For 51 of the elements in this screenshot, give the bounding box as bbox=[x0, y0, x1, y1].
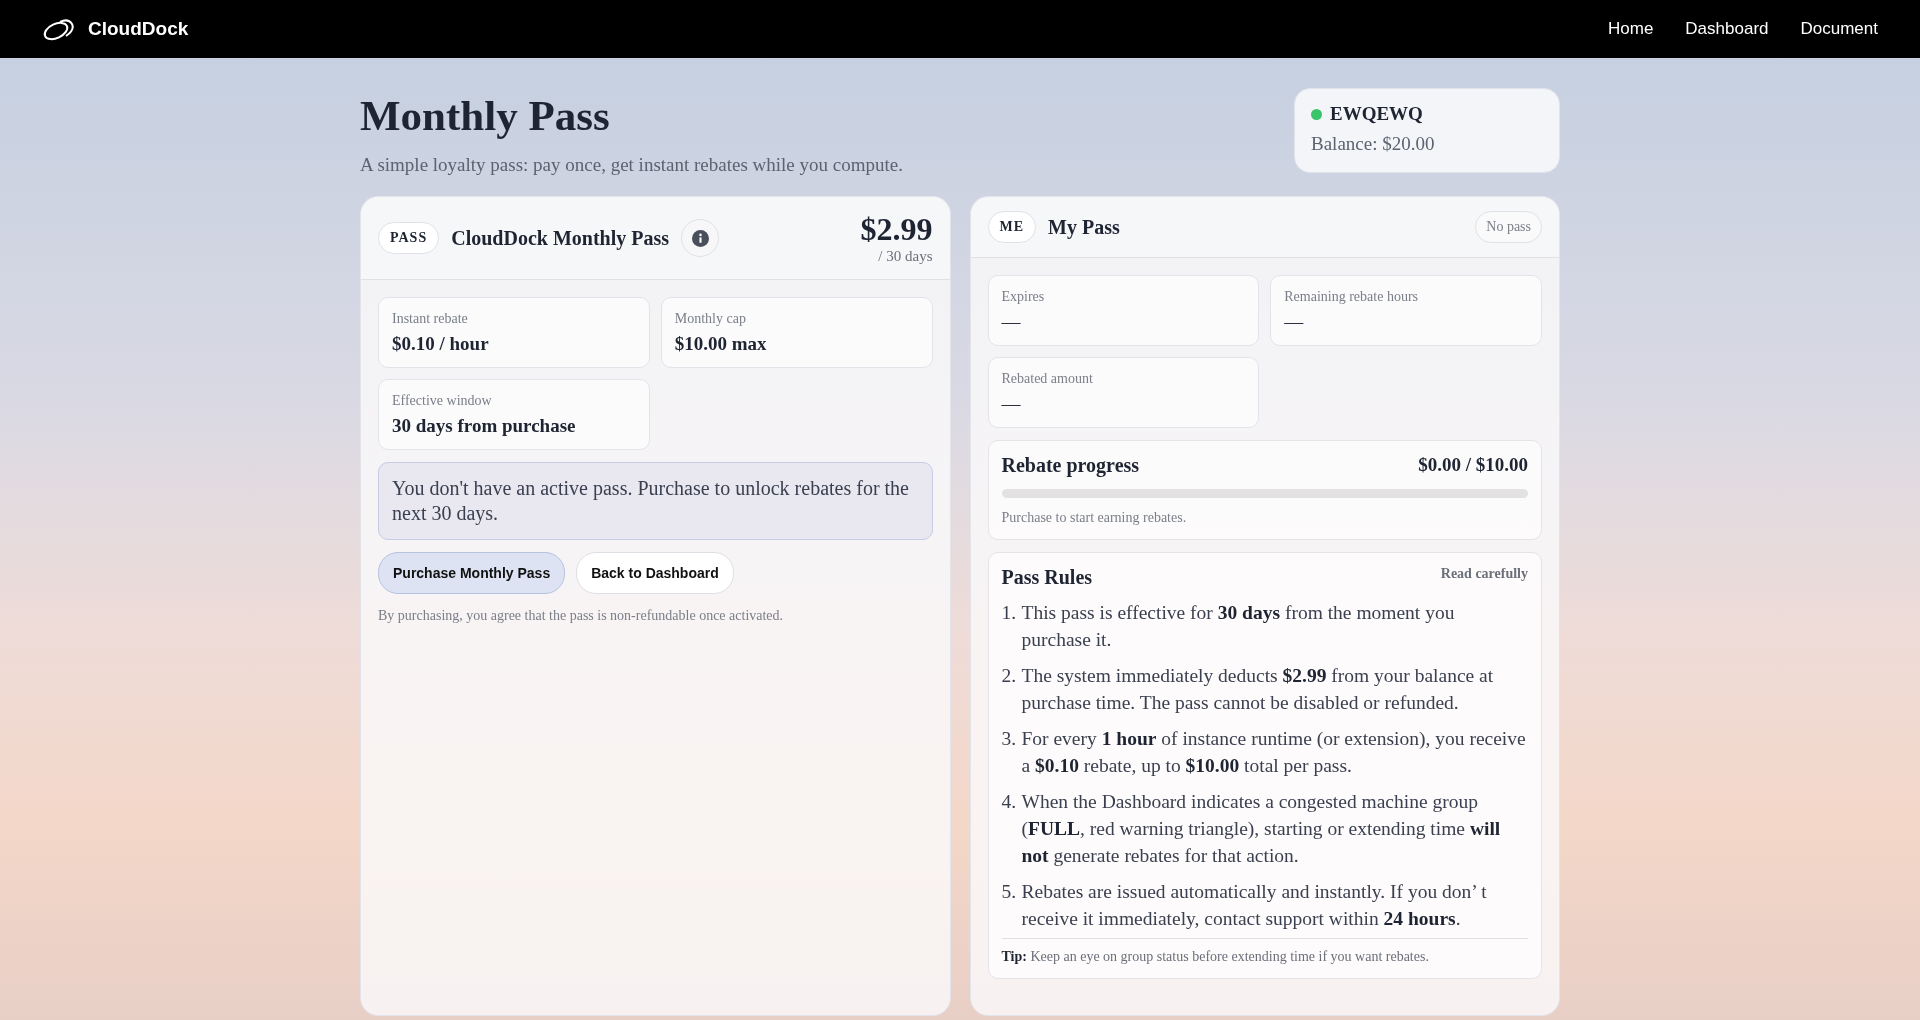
rule-number: 5. bbox=[1001, 880, 1017, 904]
tip-label: Tip: bbox=[1001, 949, 1027, 964]
rule-number: 2. bbox=[1001, 664, 1017, 688]
fact-label: Monthly cap bbox=[674, 311, 747, 327]
price-period: / 30 days bbox=[878, 248, 933, 265]
rule-text: Rebates are issued automatically and instantly. If you don’ t receive it immediately, contact support within 24 hours. bbox=[1021, 880, 1488, 931]
stat-value: — bbox=[1001, 393, 1022, 415]
rule-text: When the Dashboard indicates a congested machine group (FULL, red warning triangle), starting or extending time will not generate rebates for that action. bbox=[1021, 790, 1502, 868]
fact-value: $10.00 max bbox=[674, 333, 768, 355]
rule-number: 3. bbox=[1001, 727, 1017, 751]
fact-label: Effective window bbox=[392, 393, 493, 409]
my-pass-title: My Pass bbox=[1048, 215, 1120, 239]
rules-note: Read carefully bbox=[1440, 566, 1528, 583]
progress-reading: $0.00 / $10.00 bbox=[1418, 454, 1528, 477]
info-button[interactable] bbox=[681, 219, 719, 257]
progress-hint: Purchase to start earning rebates. bbox=[1001, 510, 1188, 526]
pass-badge: PASS bbox=[378, 222, 440, 254]
rule-text: The system immediately deducts $2.99 from your balance at purchase time. The pass cannot be disabled or refunded. bbox=[1021, 664, 1495, 715]
progress-title: Rebate progress bbox=[1001, 454, 1140, 477]
stat-label: Expires bbox=[1001, 289, 1046, 305]
rule-number: 1. bbox=[1001, 601, 1017, 625]
fact-value: 30 days from purchase bbox=[392, 415, 577, 437]
fact-label: Instant rebate bbox=[392, 311, 469, 327]
nav-link[interactable]: Dashboard bbox=[1685, 19, 1769, 39]
pass-status-badge: No pass bbox=[1475, 211, 1542, 243]
rule-text: For every 1 hour of instance runtime (or extension), you receive a $0.10 rebate, up to $10.00 total per pass. bbox=[1021, 727, 1527, 778]
cloud-logo-icon bbox=[42, 16, 76, 42]
brand-name[interactable]: CloudDock bbox=[88, 18, 189, 40]
rules-title: Pass Rules bbox=[1001, 566, 1093, 589]
stat-value: — bbox=[1284, 311, 1305, 333]
nav-link[interactable]: Home bbox=[1608, 19, 1654, 39]
notice-message: You don't have an active pass. Purchase to unlock rebates for the next 30 days. bbox=[378, 462, 933, 540]
account-name: EWQEWQ bbox=[1330, 103, 1423, 125]
page-title: Monthly Pass bbox=[360, 91, 611, 140]
info-icon bbox=[691, 229, 709, 247]
stat-label: Rebated amount bbox=[1001, 371, 1094, 387]
rule-text: This pass is effective for 30 days from the moment you purchase it. bbox=[1021, 601, 1456, 652]
stat-value: — bbox=[1001, 311, 1022, 333]
purchase-button[interactable]: Purchase Monthly Pass bbox=[378, 552, 566, 594]
pass-price: $2.99 bbox=[860, 211, 933, 248]
stat-label: Remaining rebate hours bbox=[1284, 289, 1419, 305]
fact-value: $0.10 / hour bbox=[392, 333, 490, 355]
balance-text: Balance: $20.00 bbox=[1311, 133, 1436, 155]
me-badge: ME bbox=[987, 211, 1037, 243]
tip-text: Keep an eye on group status before extending time if you want rebates. bbox=[1030, 949, 1429, 964]
back-button[interactable]: Back to Dashboard bbox=[576, 552, 734, 594]
page-subtitle: A simple loyalty pass: pay once, get instant rebates while you compute. bbox=[360, 154, 903, 176]
nav-link[interactable]: Document bbox=[1800, 19, 1878, 39]
pass-name: CloudDock Monthly Pass bbox=[451, 226, 669, 250]
disclaimer-text: By purchasing, you agree that the pass is non-refundable once activated. bbox=[378, 608, 785, 624]
rule-number: 4. bbox=[1001, 790, 1017, 814]
